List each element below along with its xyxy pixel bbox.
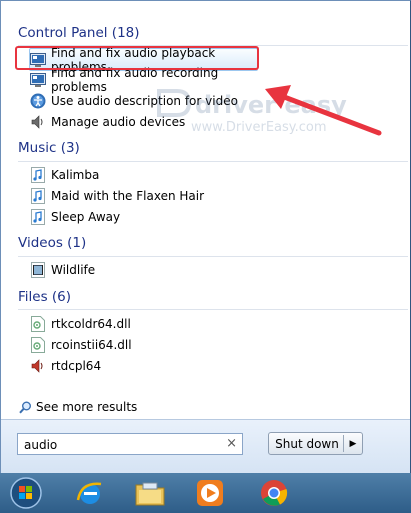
speaker-icon (30, 114, 46, 130)
annotation-arrow (265, 85, 382, 136)
internet-explorer-icon[interactable] (72, 477, 108, 509)
see-more-results-link[interactable]: See more results (19, 400, 137, 414)
shut-down-label: Shut down (275, 436, 339, 451)
search-input[interactable] (24, 436, 219, 454)
search-box[interactable]: × (17, 433, 243, 455)
category-files[interactable]: Files (6) (18, 289, 71, 305)
result-item-rcoinstii[interactable]: rcoinstii64.dll (30, 334, 262, 355)
clear-search-icon[interactable]: × (226, 436, 237, 451)
result-item-wildlife[interactable]: Wildlife (30, 259, 262, 280)
result-label: Kalimba (51, 167, 100, 182)
result-label: Wildlife (51, 262, 96, 277)
file-explorer-icon[interactable] (132, 477, 168, 509)
start-menu-footer: × Shut down ▶ (1, 419, 410, 475)
shut-down-options-arrow-icon[interactable]: ▶ (344, 439, 362, 449)
music-note-icon (30, 208, 46, 225)
troubleshoot-icon (30, 72, 46, 88)
media-player-icon[interactable] (192, 477, 228, 509)
result-label: rtdcpl64 (51, 358, 102, 373)
search-results: Control Panel (18) Find and fix audio pl… (1, 1, 410, 419)
result-item-rtkcoldr[interactable]: rtkcoldr64.dll (30, 313, 262, 334)
result-label: Sleep Away (51, 209, 121, 224)
divider (18, 256, 408, 257)
music-note-icon (30, 187, 46, 204)
category-control-panel[interactable]: Control Panel (18) (18, 25, 140, 41)
annotation-highlight-box (15, 46, 259, 70)
dll-file-icon (30, 336, 46, 353)
start-menu: Control Panel (18) Find and fix audio pl… (0, 0, 411, 475)
video-file-icon (30, 261, 46, 278)
result-item-sleep-away[interactable]: Sleep Away (30, 206, 262, 227)
taskbar (0, 473, 411, 513)
result-item-kalimba[interactable]: Kalimba (30, 164, 262, 185)
category-videos[interactable]: Videos (1) (18, 235, 86, 251)
dll-file-icon (30, 315, 46, 332)
ease-of-access-icon (30, 93, 46, 109)
category-music[interactable]: Music (3) (18, 140, 80, 156)
music-note-icon (30, 166, 46, 183)
result-label: rcoinstii64.dll (51, 337, 132, 352)
result-label: rtkcoldr64.dll (51, 316, 131, 331)
result-item-rtdcpl[interactable]: rtdcpl64 (30, 355, 262, 376)
search-icon (19, 401, 32, 414)
shut-down-button[interactable]: Shut down ▶ (268, 432, 363, 455)
divider (18, 309, 408, 310)
result-item-maid[interactable]: Maid with the Flaxen Hair (30, 185, 262, 206)
speaker-icon (30, 358, 46, 374)
result-label: Maid with the Flaxen Hair (51, 188, 205, 203)
see-more-label: See more results (36, 400, 138, 414)
start-orb-icon[interactable] (8, 477, 44, 509)
chrome-icon[interactable] (256, 477, 292, 509)
